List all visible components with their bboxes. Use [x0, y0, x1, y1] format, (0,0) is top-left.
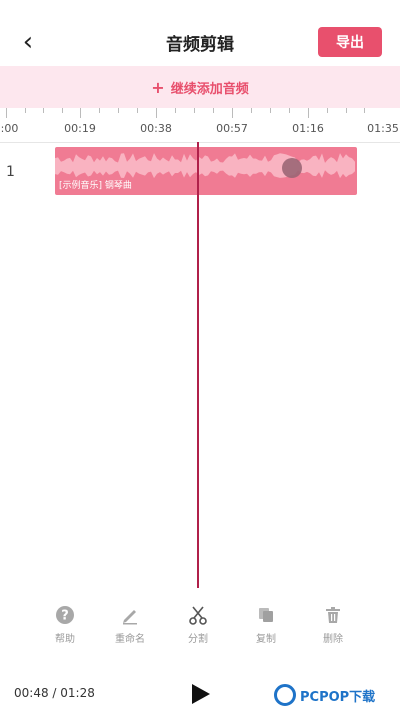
- ruler-tick: [118, 108, 119, 113]
- rename-button[interactable]: 重命名: [100, 604, 160, 645]
- ruler-tick: [270, 108, 271, 113]
- watermark-text: PCPOP下载: [300, 689, 376, 705]
- timeline-ruler[interactable]: 0:00 00:19 00:38 00:57 01:16 01:35: [0, 108, 400, 143]
- ruler-tick: [61, 108, 63, 113]
- export-button[interactable]: 导出: [318, 27, 382, 57]
- ruler-tick: [156, 108, 157, 118]
- ruler-tick: [43, 108, 44, 113]
- ruler-tick: [364, 108, 366, 113]
- ruler-tick: [194, 108, 195, 113]
- clip-drag-handle[interactable]: [282, 158, 302, 178]
- trash-icon: [303, 604, 363, 626]
- watermark-logo: PCPOP下载: [274, 684, 375, 706]
- svg-text:?: ?: [61, 609, 69, 624]
- ruler-tick-label: 00:19: [64, 122, 96, 135]
- playback-time: 00:48 / 01:28: [14, 686, 95, 700]
- ruler-tick-label: 00:38: [140, 122, 172, 135]
- pencil-icon: [100, 604, 160, 626]
- copy-label: 复制: [256, 634, 276, 645]
- ruler-tick: [6, 108, 7, 118]
- clip-label: [示例音乐] 钢琴曲: [59, 181, 132, 191]
- ruler-tick-label: 0:00: [0, 122, 19, 135]
- ruler-tick: [99, 108, 100, 113]
- scissors-icon: [168, 604, 228, 626]
- ruler-tick: [232, 108, 233, 118]
- split-label: 分割: [188, 634, 208, 645]
- copy-icon: [236, 604, 296, 626]
- audio-clip[interactable]: [示例音乐] 钢琴曲: [55, 147, 357, 195]
- logo-icon: [274, 684, 296, 706]
- ruler-tick: [289, 108, 290, 113]
- play-icon: [192, 684, 210, 704]
- ruler-tick: [137, 108, 138, 113]
- playhead[interactable]: [197, 142, 199, 588]
- help-button[interactable]: ? 帮助: [35, 604, 95, 645]
- ruler-tick: [175, 108, 176, 113]
- track-number: 1: [6, 164, 15, 180]
- split-button[interactable]: 分割: [168, 604, 228, 645]
- ruler-tick: [80, 108, 81, 118]
- ruler-tick-label: 00:57: [216, 122, 248, 135]
- play-button[interactable]: [188, 682, 212, 706]
- ruler-tick: [24, 108, 26, 113]
- help-label: 帮助: [55, 634, 75, 645]
- ruler-tick-label: 01:16: [292, 122, 324, 135]
- ruler-tick: [213, 108, 214, 113]
- copy-button[interactable]: 复制: [236, 604, 296, 645]
- ruler-tick: [345, 108, 347, 113]
- ruler-tick: [308, 108, 309, 118]
- add-audio-label: 继续添加音频: [170, 81, 249, 97]
- add-audio-button[interactable]: + 继续添加音频: [0, 66, 400, 108]
- delete-label: 删除: [323, 634, 343, 645]
- help-icon: ?: [35, 604, 95, 626]
- plus-icon: +: [151, 77, 165, 97]
- ruler-tick: [326, 108, 328, 113]
- delete-button[interactable]: 删除: [303, 604, 363, 645]
- ruler-tick: [251, 108, 252, 113]
- ruler-tick-label: 01:35: [367, 122, 399, 135]
- rename-label: 重命名: [115, 634, 145, 645]
